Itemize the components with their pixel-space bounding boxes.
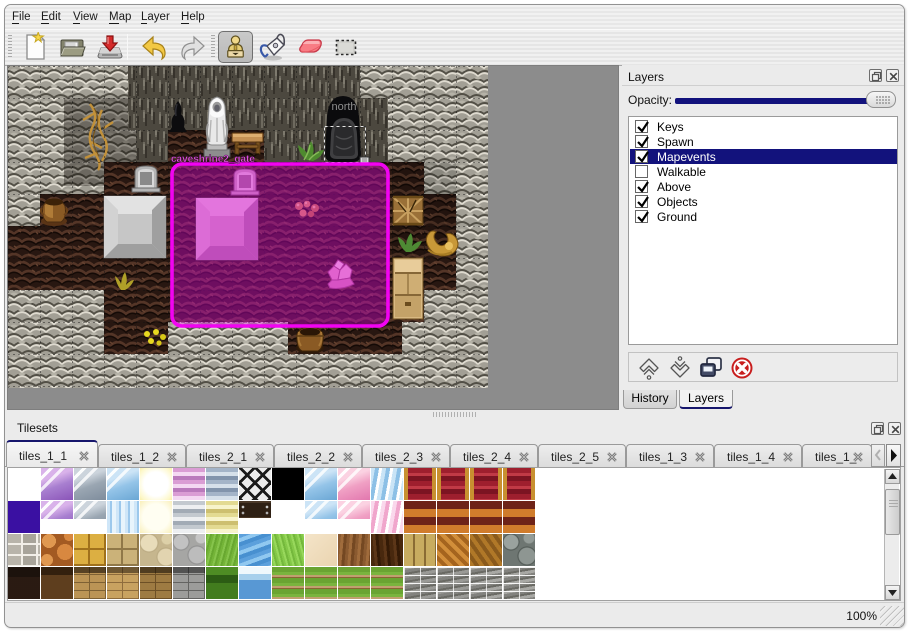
svg-text:caveshrine2_gate: caveshrine2_gate	[171, 154, 255, 165]
svg-text:north: north	[331, 101, 356, 113]
